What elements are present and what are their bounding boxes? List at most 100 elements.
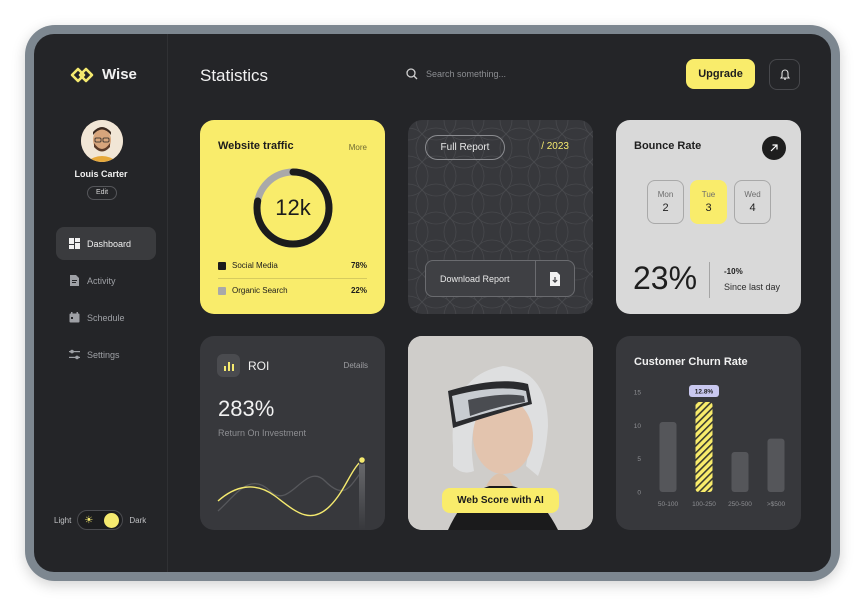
sidebar-item-label: Activity [87,275,116,286]
avatar-portrait [81,120,123,162]
legend-percent: 78% [350,261,367,270]
bar [659,422,677,492]
download-report-button[interactable]: Download Report [425,260,575,297]
upgrade-button[interactable]: Upgrade [686,59,755,89]
churn-bar-chart: 0 5 10 15 50-100 100-250 12.8% 250-500 >$500 [634,385,786,508]
legend-item: Social Media 78% [218,261,367,270]
full-report-card: Full Report / 2023 Download Report [408,120,593,314]
sidebar-item-label: Settings [87,349,120,360]
day-name: Tue [701,190,716,199]
more-link[interactable]: More [349,143,367,152]
divider [218,278,367,279]
bounce-rate-card: Bounce Rate Mon 2 Tue 3 Wed 4 23% -10% S… [616,120,801,314]
legend-item: Organic Search 22% [218,286,367,295]
bounce-change: -10% [724,267,743,276]
day-tue[interactable]: Tue 3 [690,180,727,224]
card-title: Website traffic [218,140,294,152]
highlight-point [357,455,367,465]
tooltip-label: 12.8% [695,389,714,396]
bounce-since: Since last day [724,282,781,292]
full-report-button[interactable]: Full Report [425,135,505,160]
day-date: 4 [749,202,756,214]
brand[interactable]: Wise [70,66,137,83]
sun-icon: ☀ [84,515,94,526]
day-date: 2 [662,202,669,214]
brand-name: Wise [102,66,137,83]
day-date: 3 [705,202,712,214]
y-tick-label: 0 [637,490,641,497]
download-icon-box[interactable] [535,261,574,296]
card-title: Bounce Rate [634,140,702,152]
divider [709,262,710,298]
legend-swatch [218,286,226,295]
bar [767,438,785,492]
y-tick-label: 5 [637,456,641,463]
edit-profile-button[interactable]: Edit [87,186,117,200]
roi-subtitle: Return On Investment [218,428,307,438]
customer-churn-card: Customer Churn Rate 0 5 10 15 50-100 100-250 1… [616,336,801,530]
light-label: Light [54,515,72,525]
day-mon[interactable]: Mon 2 [647,180,684,224]
download-report-label: Download Report [440,273,510,284]
sidebar-item-activity[interactable]: Activity [56,264,156,297]
day-name: Mon [657,190,674,199]
download-icon [550,271,560,286]
wise-logo-icon [70,67,94,82]
roi-value: 283% [218,396,275,421]
calendar-icon [69,312,80,323]
roi-wave-line [217,459,363,517]
search-icon [406,68,418,80]
sidebar-item-schedule[interactable]: Schedule [56,301,156,334]
bar-chart-icon [217,354,240,377]
grid-icon [69,238,80,249]
highlighted-bar [695,402,713,492]
document-icon [70,275,79,286]
day-name: Wed [744,190,761,199]
legend-label: Organic Search [232,286,288,295]
day-wed[interactable]: Wed 4 [734,180,771,224]
toggle-knob [104,513,120,528]
search-input[interactable]: Search something... [426,69,506,79]
web-score-button[interactable]: Web Score with AI [442,488,559,513]
bar [731,452,749,492]
roi-card: ROI Details 283% Return On Investment [200,336,385,530]
card-title: Customer Churn Rate [634,356,748,368]
sidebar: Wise Louis Carter Edit Dashboard Activit… [34,34,168,572]
avatar[interactable] [81,120,123,162]
ai-promo-card: Web Score with AI [408,336,593,530]
roi-wave-chart [217,455,367,530]
x-tick-label: 250-500 [728,501,752,508]
y-tick-label: 15 [634,390,642,397]
arrow-up-right-icon [770,144,778,152]
x-tick-label: >$500 [767,501,786,508]
highlight-stem [359,460,365,530]
theme-switcher: Light ☀ Dark [54,510,146,530]
traffic-value: 12k [275,195,311,220]
open-details-button[interactable] [762,136,786,160]
card-title: ROI [248,359,270,373]
sliders-icon [69,349,80,360]
x-tick-label: 50-100 [658,501,679,508]
sidebar-item-settings[interactable]: Settings [56,338,156,371]
report-year: / 2023 [541,141,569,152]
legend-swatch [218,261,226,270]
theme-toggle[interactable]: ☀ [77,510,124,530]
comparison-wave-line [217,470,363,512]
page-title: Statistics [200,66,269,85]
bounce-value: 23% [633,260,698,296]
sidebar-item-label: Dashboard [87,238,132,249]
x-tick-label: 100-250 [692,501,716,508]
legend-label: Social Media [232,261,278,270]
y-tick-label: 10 [634,423,642,430]
details-link[interactable]: Details [344,361,368,370]
sidebar-item-label: Schedule [87,312,125,323]
dark-label: Dark [129,515,147,525]
website-traffic-card: Website traffic More 12k Social Media 78… [200,120,385,314]
search-bar[interactable]: Search something... [406,68,506,80]
user-name: Louis Carter [74,169,128,179]
notifications-button[interactable] [769,59,800,90]
dashboard-screen: Wise Louis Carter Edit Dashboard Activit… [34,34,831,572]
bell-icon [779,68,790,80]
sidebar-item-dashboard[interactable]: Dashboard [56,227,156,260]
legend-percent: 22% [350,286,367,295]
